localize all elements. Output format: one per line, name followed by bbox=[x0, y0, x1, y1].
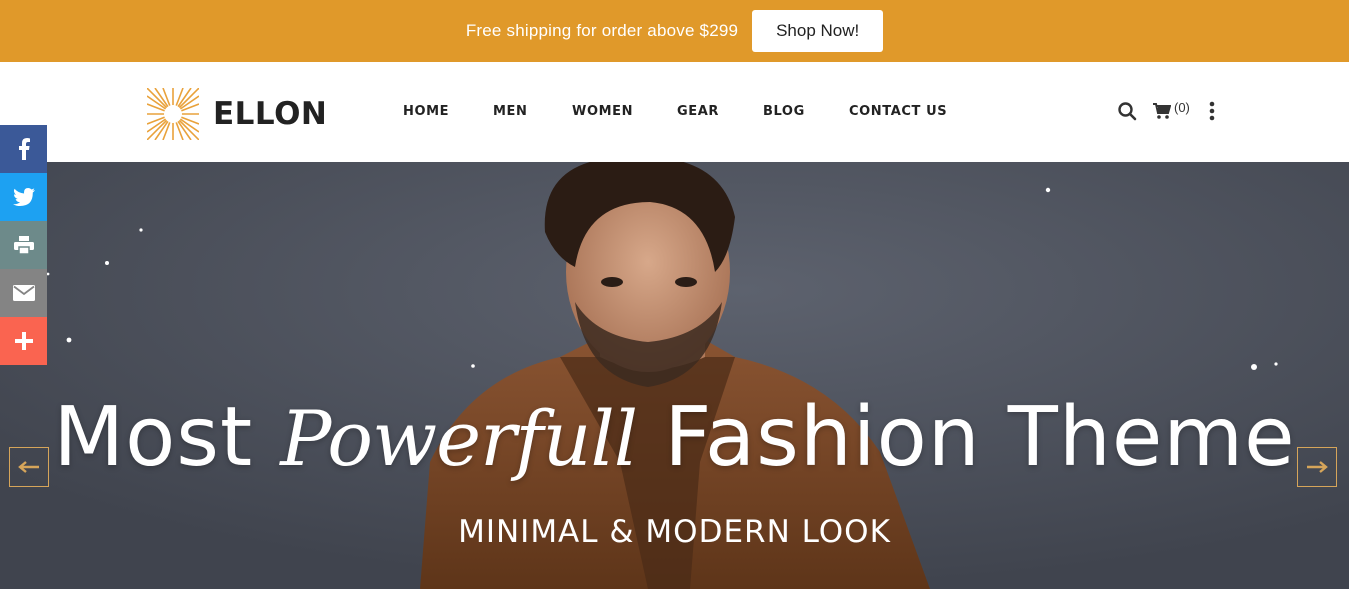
slider-next-button[interactable] bbox=[1297, 447, 1337, 487]
hero-title-lead: Most bbox=[53, 390, 254, 485]
header-icons: (0) bbox=[1117, 100, 1216, 122]
email-icon bbox=[12, 285, 35, 301]
share-print-button[interactable] bbox=[0, 221, 47, 269]
nav-item-gear[interactable]: GEAR bbox=[677, 104, 719, 119]
site-header: ELLON HOME MEN WOMEN GEAR BLOG CONTACT U… bbox=[0, 62, 1349, 162]
hero-title: Most Powerfull Fashion Theme bbox=[0, 390, 1349, 485]
share-facebook-button[interactable] bbox=[0, 125, 47, 173]
slider-prev-button[interactable] bbox=[9, 447, 49, 487]
cart-button[interactable]: (0) bbox=[1153, 99, 1190, 120]
share-more-button[interactable] bbox=[0, 317, 47, 365]
arrow-right-icon bbox=[1307, 461, 1328, 473]
share-email-button[interactable] bbox=[0, 269, 47, 317]
facebook-icon bbox=[18, 138, 30, 160]
hero-title-script: Powerfull bbox=[280, 394, 638, 483]
nav-item-women[interactable]: WOMEN bbox=[572, 104, 633, 119]
nav-item-contact-us[interactable]: CONTACT US bbox=[849, 104, 947, 119]
search-icon[interactable] bbox=[1117, 101, 1137, 121]
share-sidebar bbox=[0, 125, 47, 365]
share-twitter-button[interactable] bbox=[0, 173, 47, 221]
promo-text: Free shipping for order above $299 bbox=[465, 21, 739, 40]
nav-item-men[interactable]: MEN bbox=[493, 104, 528, 119]
twitter-icon bbox=[12, 188, 35, 206]
promo-bar: Free shipping for order above $299 Shop … bbox=[0, 0, 1349, 62]
arrow-left-icon bbox=[18, 461, 39, 473]
hero-title-tail: Fashion Theme bbox=[664, 390, 1296, 485]
nav-item-home[interactable]: HOME bbox=[403, 104, 449, 119]
cart-icon bbox=[1153, 102, 1171, 119]
hero-subtitle: MINIMAL & MODERN LOOK bbox=[458, 514, 891, 550]
more-vertical-icon[interactable] bbox=[1208, 100, 1216, 122]
hero-slider: Most Powerfull Fashion Theme MINIMAL & M… bbox=[0, 162, 1349, 589]
plus-icon bbox=[14, 332, 33, 350]
nav-item-blog[interactable]: BLOG bbox=[763, 104, 805, 119]
shop-now-button[interactable]: Shop Now! bbox=[752, 10, 884, 52]
cart-count: (0) bbox=[1174, 99, 1190, 115]
print-icon bbox=[13, 236, 34, 254]
